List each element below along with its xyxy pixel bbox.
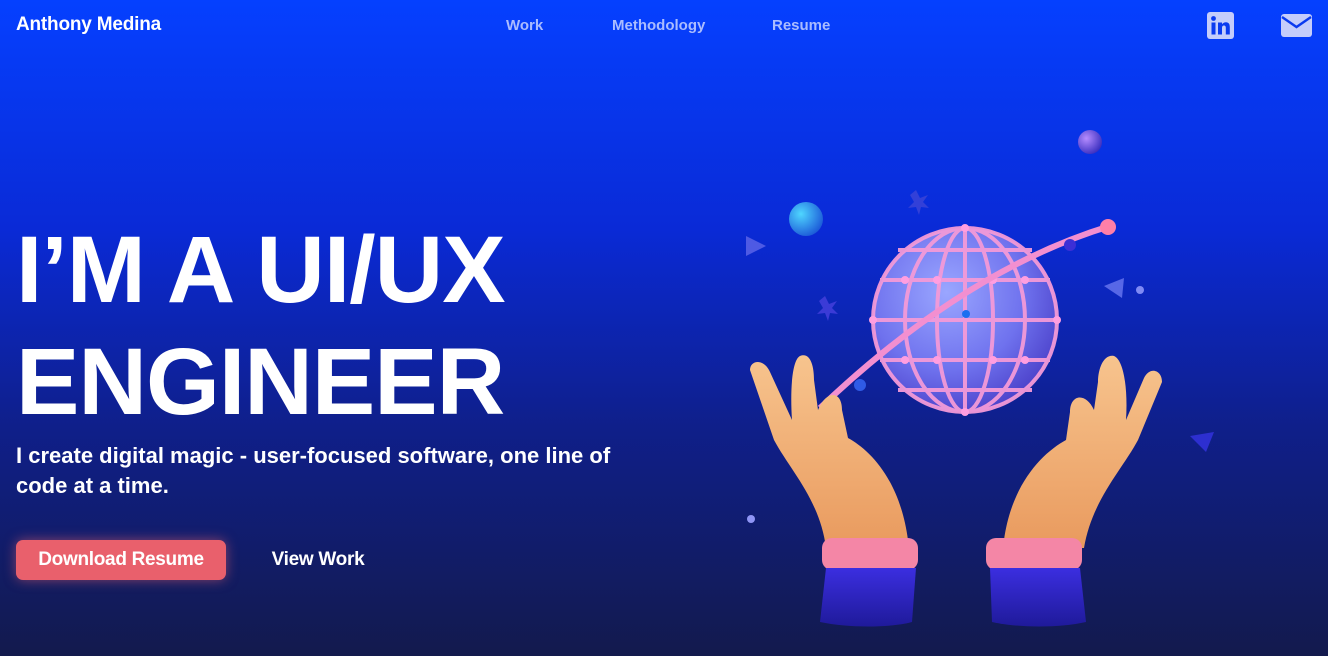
nav-link-resume[interactable]: Resume xyxy=(772,17,830,34)
site-brand[interactable]: Anthony Medina xyxy=(16,14,161,36)
hero-subheading: I create digital magic - user-focused so… xyxy=(16,443,611,498)
top-navigation: Anthony Medina Work Methodology Resume xyxy=(0,0,1328,54)
linkedin-icon[interactable] xyxy=(1207,12,1234,39)
view-work-button[interactable]: View Work xyxy=(256,540,380,580)
hero-headline: I’M A UI/UX ENGINEER xyxy=(16,214,656,438)
download-resume-button[interactable]: Download Resume xyxy=(16,540,226,580)
mail-icon[interactable] xyxy=(1281,14,1312,37)
nav-link-work[interactable]: Work xyxy=(506,17,543,34)
nav-link-methodology[interactable]: Methodology xyxy=(612,17,705,34)
headline-line-2: ENGINEER xyxy=(16,329,505,435)
headline-line-1: I’M A UI/UX xyxy=(16,217,506,323)
hands-planet-illustration xyxy=(730,120,1230,640)
